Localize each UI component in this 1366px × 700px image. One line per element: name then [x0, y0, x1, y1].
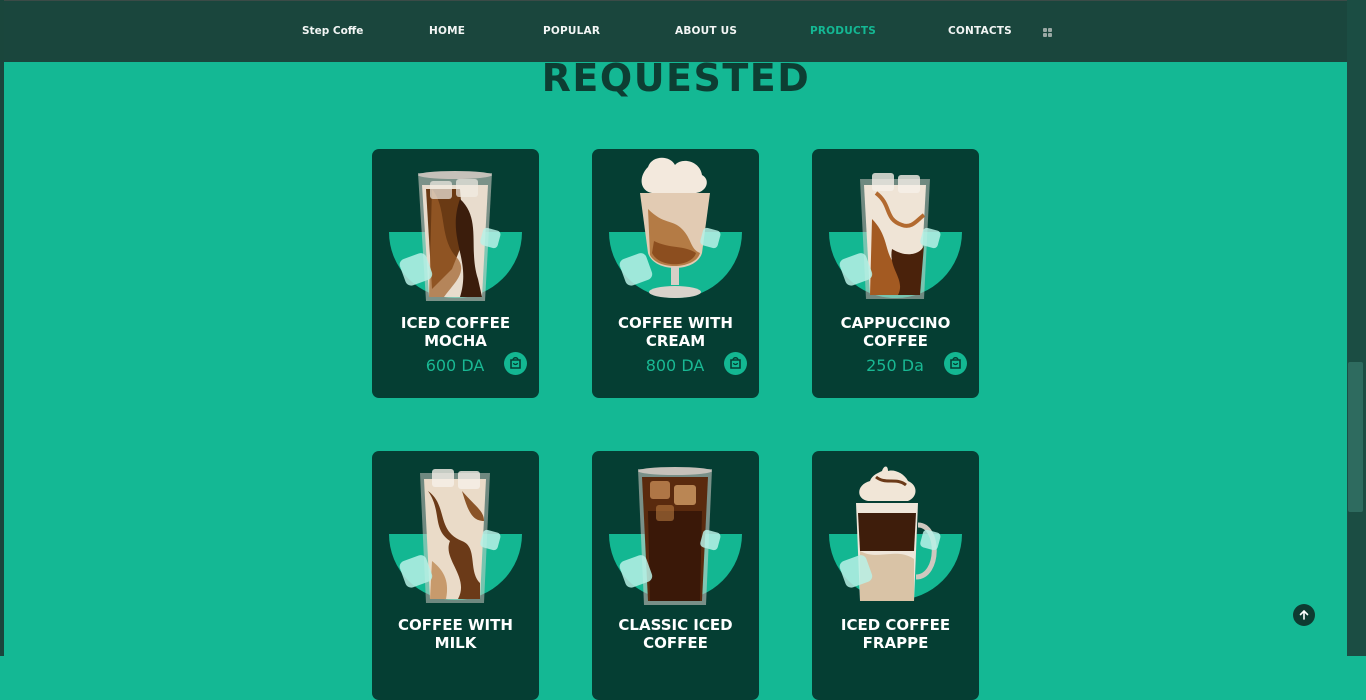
product-card[interactable]: ICED COFFEE MOCHA 600 DA	[372, 149, 539, 398]
product-name: COFFEE WITH MILK	[398, 616, 513, 652]
product-price: 800 DA	[645, 356, 705, 375]
scrollbar-thumb[interactable]	[1348, 362, 1363, 512]
product-card[interactable]: COFFEE WITH MILK	[372, 451, 539, 700]
cart-bag-icon[interactable]	[944, 352, 967, 375]
product-name: COFFEE WITH CREAM	[618, 314, 733, 350]
iced-coffee-glass-image	[399, 171, 501, 301]
cart-bag-icon[interactable]	[504, 352, 527, 375]
frappe-mug-image	[839, 466, 941, 601]
product-price: 250 Da	[866, 356, 924, 375]
cream-coffee-glass-image	[619, 157, 721, 298]
arrow-up-icon[interactable]	[1293, 604, 1315, 626]
product-name: ICED COFFEE MOCHA	[400, 314, 511, 350]
product-card[interactable]: COFFEE WITH CREAM 800 DA	[592, 149, 759, 398]
cart-bag-icon[interactable]	[724, 352, 747, 375]
section-title: REQUESTED	[541, 56, 811, 100]
brand-logo[interactable]: Step Coffe	[302, 25, 363, 37]
nav-home[interactable]: HOME	[429, 25, 465, 37]
classic-iced-coffee-glass-image	[619, 467, 721, 605]
nav-products[interactable]: PRODUCTS	[810, 25, 876, 37]
milk-coffee-glass-image	[399, 469, 501, 603]
grid-icon[interactable]	[1043, 28, 1052, 37]
nav-about-us[interactable]: ABOUT US	[675, 25, 737, 37]
product-name: CAPPUCCINO COFFEE	[840, 314, 951, 350]
cappuccino-glass-image	[839, 173, 941, 299]
scrollbar-track[interactable]	[1347, 0, 1366, 656]
product-card[interactable]: ICED COFFEE FRAPPE	[812, 451, 979, 700]
product-card[interactable]: CLASSIC ICED COFFEE	[592, 451, 759, 700]
nav-contacts[interactable]: CONTACTS	[948, 25, 1012, 37]
product-price: 600 DA	[425, 356, 485, 375]
nav-popular[interactable]: POPULAR	[543, 25, 600, 37]
product-card[interactable]: CAPPUCCINO COFFEE 250 Da	[812, 149, 979, 398]
product-name: CLASSIC ICED COFFEE	[618, 616, 733, 652]
site-header: Step Coffe HOME POPULAR ABOUT US PRODUCT…	[4, 0, 1347, 62]
product-name: ICED COFFEE FRAPPE	[840, 616, 951, 652]
